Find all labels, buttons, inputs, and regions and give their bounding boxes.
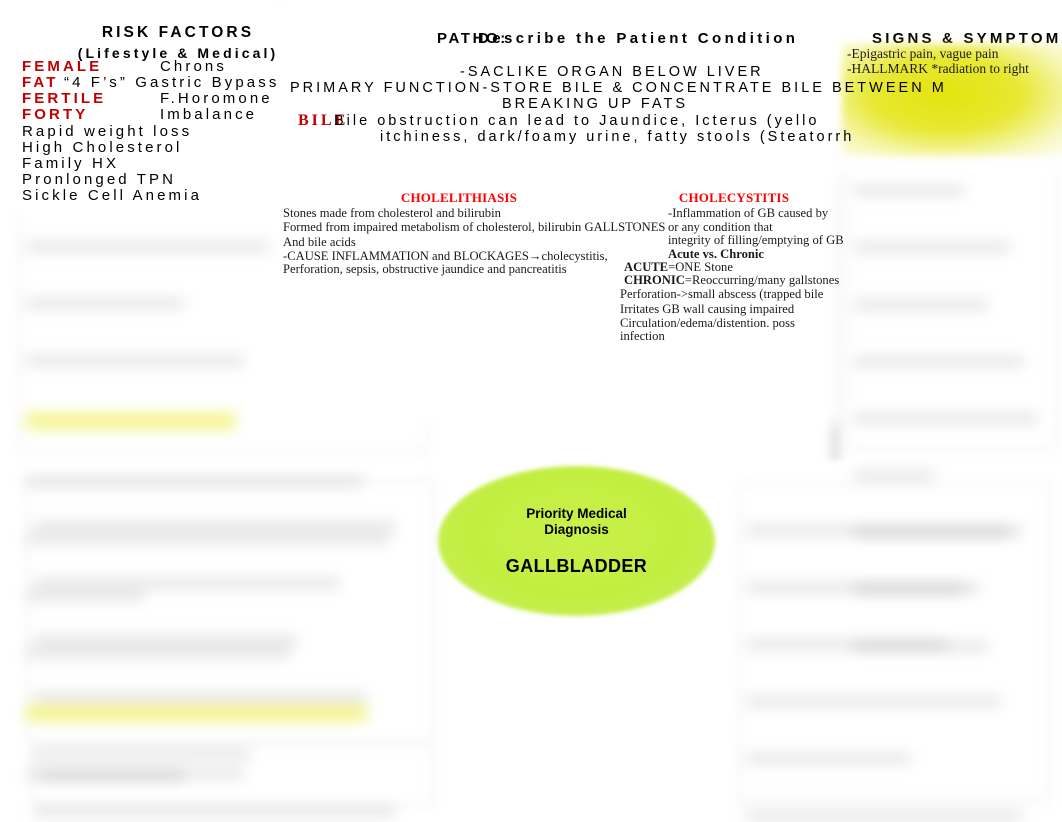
background-panel-left-lower: [26, 480, 434, 742]
cholecystitis-acute-label: ACUTE: [624, 260, 669, 275]
cholelithiasis-block: CHOLELITHIASIS Stones made from choleste…: [283, 190, 666, 277]
patho-line-breaking-up-fats: BREAKING UP FATS: [502, 96, 689, 112]
cholecystitis-chronic-row: CHRONIC=Reoccurring/many gallstones: [620, 274, 848, 287]
risk-factors-heading-line1: RISK FACTORS: [101, 24, 255, 41]
signs-symptoms-list: -Epigastric pain, vague pain -HALLMARK *…: [847, 46, 1029, 76]
priority-diagnosis-label-line2: Diagnosis: [544, 521, 609, 537]
cholecystitis-line-1: -Inflammation of GB caused by: [668, 206, 829, 221]
risk-factor-label-female: FEMALE: [22, 58, 103, 75]
risk-factors-heading: RISK FACTORS (Lifestyle & Medical): [0, 24, 356, 61]
priority-diagnosis-text: Priority Medical Diagnosis GALLBLADDER: [438, 466, 715, 616]
cholelithiasis-line-1: Stones made from cholesterol and bilirub…: [283, 206, 501, 221]
priority-diagnosis-label-line1: Priority Medical: [526, 505, 627, 521]
cholelithiasis-line-4: -CAUSE INFLAMMATION and BLOCKAGES→cholec…: [283, 248, 608, 263]
cholelithiasis-line-2: Formed from impaired metabolism of chole…: [283, 219, 666, 234]
background-panel-left-footer: [32, 744, 434, 806]
cholecystitis-tail-1: Perforation->small abscess (trapped bile: [620, 286, 824, 301]
risk-factor-item-prolonged-tpn: Pronlonged TPN: [22, 171, 177, 188]
patho-bile-line-obstruction: Bile obstruction can lead to Jaundice, I…: [334, 113, 820, 129]
risk-factor-label-fertile: FERTILE: [22, 90, 107, 107]
cholecystitis-acute-row: ACUTE=ONE Stone: [620, 260, 848, 275]
patho-bile-line-itchiness: itchiness, dark/foamy urine, fatty stool…: [380, 129, 855, 145]
patho-prompt: Describe the Patient Condition: [478, 30, 799, 47]
risk-factor-value-fat: “4 F’s” Gastric Bypass: [64, 74, 280, 91]
cholecystitis-block: CHOLECYSTITIS -Inflammation of GB caused…: [620, 191, 848, 343]
risk-factor-item-family-hx: Family HX: [22, 155, 120, 172]
patho-line-saclike-organ: -SACLIKE ORGAN BELOW LIVER: [460, 64, 764, 80]
concept-map-canvas: RISK FACTORS (Lifestyle & Medical) FEMAL…: [0, 0, 1062, 822]
signs-symptoms-heading: SIGNS & SYMPTOMS: [872, 30, 1062, 47]
risk-factor-value-forty: Imbalance: [160, 106, 258, 123]
background-panel-right-upper: [846, 120, 1058, 450]
priority-diagnosis-value: GALLBLADDER: [505, 555, 648, 576]
cholecystitis-chronic-value: =Reoccurring/many gallstones: [684, 273, 840, 288]
cholecystitis-title: CHOLECYSTITIS: [678, 190, 790, 205]
cholecystitis-acute-value: =ONE Stone: [668, 260, 733, 275]
risk-factor-item-rapid-weight-loss: Rapid weight loss: [22, 123, 193, 140]
patho-line-primary-function: PRIMARY FUNCTION-STORE BILE & CONCENTRAT…: [290, 80, 947, 96]
cholecystitis-chronic-label: CHRONIC: [624, 273, 685, 288]
risk-factor-item-high-cholesterol: High Cholesterol: [22, 139, 183, 156]
cholecystitis-tail-4: infection: [620, 329, 665, 344]
risk-factor-item-sickle-cell-anemia: Sickle Cell Anemia: [22, 187, 203, 204]
risk-factor-value-fertile: F.Horomone: [160, 90, 273, 107]
background-panel-right: [738, 484, 1050, 802]
cholecystitis-acute-vs-chronic: Acute vs. Chronic: [668, 246, 764, 261]
cholelithiasis-title: CHOLELITHIASIS: [400, 190, 518, 205]
risk-factor-label-forty: FORTY: [22, 106, 89, 123]
signs-symptoms-item-epigastric-pain: -Epigastric pain, vague pain: [847, 46, 999, 61]
risk-factor-label-fat: FAT: [22, 74, 59, 91]
cholecystitis-tail-2: Irritates GB wall causing impaired: [620, 302, 795, 317]
risk-factor-value-female: Chrons: [160, 58, 227, 75]
cholecystitis-line-3: integrity of filling/emptying of GB: [668, 233, 844, 248]
cholecystitis-tail-3: Circulation/edema/distention. poss: [620, 315, 795, 330]
cholecystitis-line-2: or any condition that: [668, 219, 773, 234]
signs-symptoms-item-hallmark-radiation: -HALLMARK *radiation to right: [847, 60, 1029, 76]
cholelithiasis-line-5: Perforation, sepsis, obstructive jaundic…: [283, 262, 567, 277]
cholelithiasis-line-3: And bile acids: [283, 235, 356, 250]
